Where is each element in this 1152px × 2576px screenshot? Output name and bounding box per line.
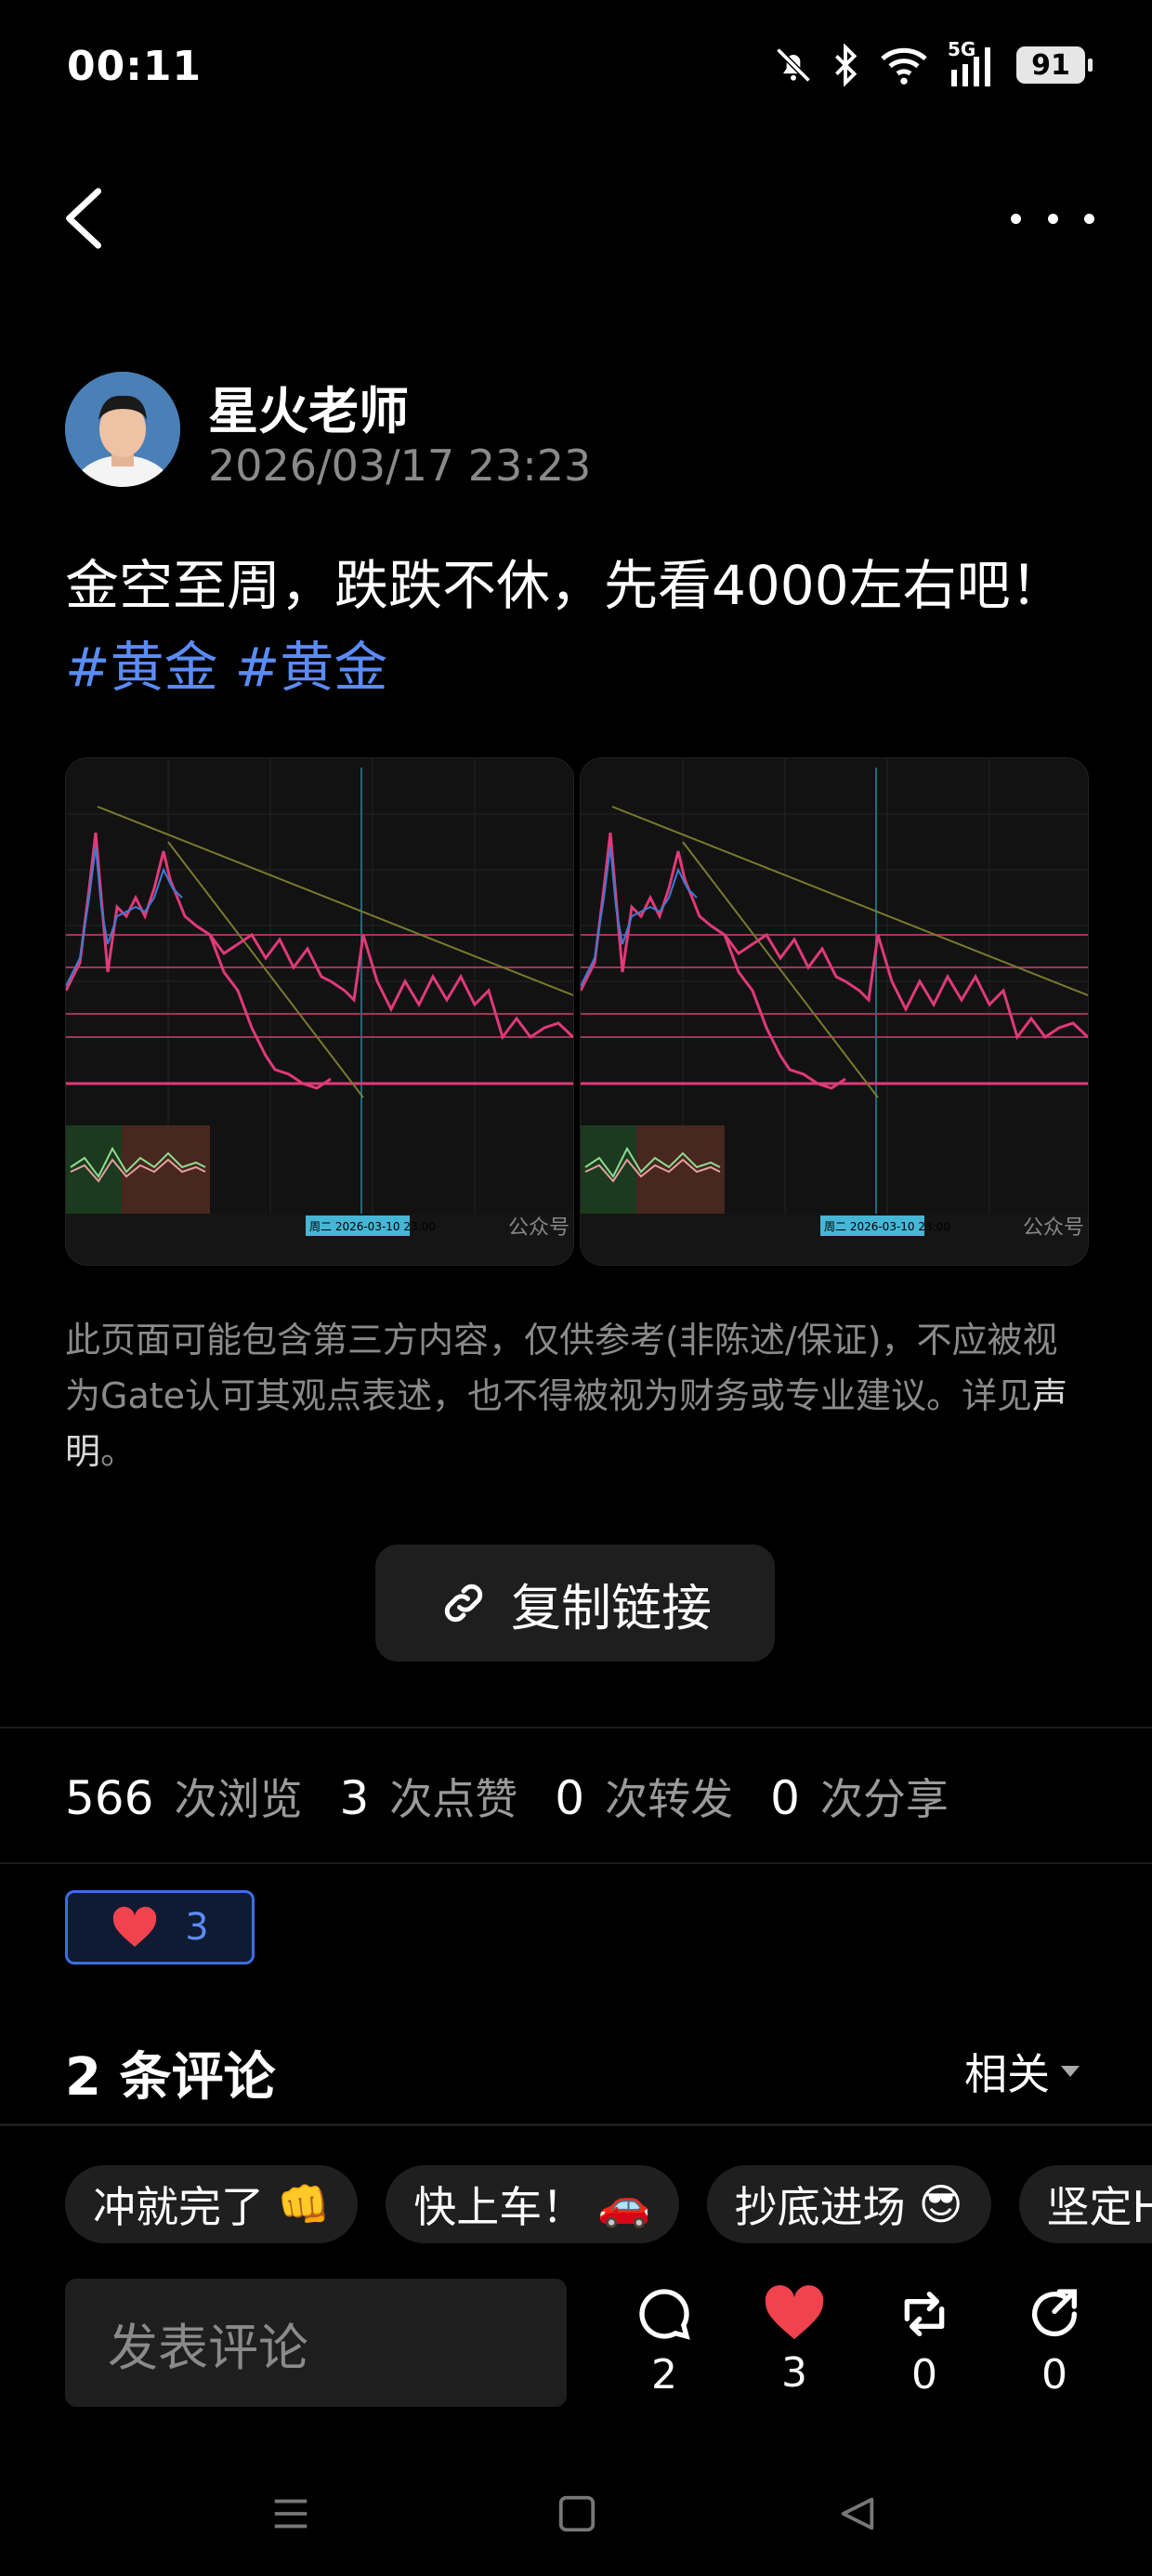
reaction-count: 3 [185,1906,209,1949]
reposts-count: 0 [555,1771,585,1825]
back-chevron-icon[interactable] [58,186,113,251]
repost-action-count: 0 [911,2351,937,2399]
copy-link-label: 复制链接 [511,1578,712,1637]
views-label: 次浏览 [174,1774,303,1824]
comment-bubble-icon [639,2289,690,2340]
comments-title: 2 条评论 [65,2047,276,2108]
author-name[interactable]: 星火老师 [208,370,409,443]
copy-link-button[interactable]: 复制链接 [375,1544,775,1662]
divider [0,2123,1152,2126]
views-count: 566 [65,1771,154,1825]
post-image-1[interactable]: 周二 2026-03-10 23:00 公众号 [65,757,574,1266]
mute-bell-icon [776,47,811,83]
comment-action-count: 2 [651,2351,677,2399]
disclaimer-end: 。 [100,1431,137,1472]
divider [0,1862,1152,1864]
hashtag-link[interactable]: #黄金 [235,636,388,699]
shares-count: 0 [770,1771,800,1825]
quick-reply-bar: 冲就完了 👊 快上车！ 🚗 抄底进场 😎 坚定H [65,2165,1152,2243]
comment-action-button[interactable]: 2 [622,2284,706,2399]
battery-level: 91 [1031,48,1070,82]
more-dots-icon[interactable] [1011,186,1094,251]
status-time: 00:11 [67,43,203,90]
post-content: 金空至周，跌跌不休，先看4000左右吧！ #黄金 #黄金 [65,545,1087,708]
share-action-count: 0 [1041,2351,1067,2399]
repost-icon [904,2292,945,2336]
signal-icon: 5G [948,38,1000,88]
fist-emoji-icon: 👊 [277,2178,331,2229]
post-stats: 566 次浏览 3 次点赞 0 次转发 0 次分享 [65,1766,986,1827]
status-icons: 5G 91 [773,37,1093,93]
comment-input[interactable]: 发表评论 [65,2279,567,2407]
post-body-text: 金空至周，跌跌不休，先看4000左右吧！ [65,554,1065,617]
sunglasses-emoji-icon: 😎 [918,2179,963,2229]
chevron-down-icon [1061,2066,1080,2077]
bluetooth-icon [835,44,857,86]
share-action-button[interactable]: 0 [1013,2284,1096,2399]
quick-reply-label: 抄底进场 [734,2182,906,2232]
quick-reply-label: 快上车！ [413,2182,585,2232]
wifi-icon [881,47,927,85]
like-action-count: 3 [781,2349,807,2397]
comment-sort-dropdown[interactable]: 相关 [964,2041,1080,2102]
post-image-2[interactable]: 周二 2026-03-10 23:00 公众号 [580,757,1089,1266]
back-triangle-icon[interactable] [836,2492,879,2535]
reposts-label: 次转发 [605,1774,734,1824]
divider [0,1727,1152,1728]
quick-reply-chip[interactable]: 坚定H [1018,2165,1152,2243]
avatar[interactable] [65,372,180,487]
post-tags: #黄金 #黄金 [65,626,1087,708]
svg-text:周二 2026-03-10 23:00: 周二 2026-03-10 23:00 [309,1220,436,1233]
system-nav-bar [0,2472,1152,2576]
battery-icon: 91 [1016,46,1093,84]
heart-reaction-chip[interactable]: 3 [65,1890,255,1965]
menu-icon[interactable] [269,2492,312,2535]
status-bar: 00:11 5G 91 [0,0,1152,139]
share-icon [1032,2289,1078,2337]
shares-label: 次分享 [819,1774,949,1824]
like-action-button[interactable]: 3 [753,2284,836,2397]
heart-icon [113,1906,157,1947]
likes-label: 次点赞 [389,1774,518,1824]
disclaimer-text: 此页面可能包含第三方内容，仅供参考(非陈述/保证)，不应被视为Gate认可其观点… [65,1320,1058,1416]
heart-icon [765,2285,824,2340]
disclaimer: 此页面可能包含第三方内容，仅供参考(非陈述/保证)，不应被视为Gate认可其观点… [65,1312,1087,1479]
link-icon [444,1584,483,1623]
repost-action-button[interactable]: 0 [883,2284,966,2399]
post-timestamp: 2026/03/17 23:23 [208,440,592,491]
svg-text:公众号: 公众号 [508,1216,569,1240]
hashtag-link[interactable]: #黄金 [65,636,218,699]
quick-reply-label: 坚定H [1046,2182,1152,2232]
home-square-icon[interactable] [556,2492,598,2535]
comment-placeholder: 发表评论 [108,2318,308,2377]
sort-label: 相关 [964,2049,1050,2099]
quick-reply-chip[interactable]: 快上车！ 🚗 [386,2165,679,2243]
car-emoji-icon: 🚗 [597,2178,651,2229]
svg-text:公众号: 公众号 [1023,1216,1084,1240]
svg-text:周二 2026-03-10 23:00: 周二 2026-03-10 23:00 [824,1220,950,1233]
quick-reply-label: 冲就完了 [93,2182,264,2232]
likes-count: 3 [339,1771,370,1825]
quick-reply-chip[interactable]: 冲就完了 👊 [65,2165,359,2243]
quick-reply-chip[interactable]: 抄底进场 😎 [706,2165,991,2243]
